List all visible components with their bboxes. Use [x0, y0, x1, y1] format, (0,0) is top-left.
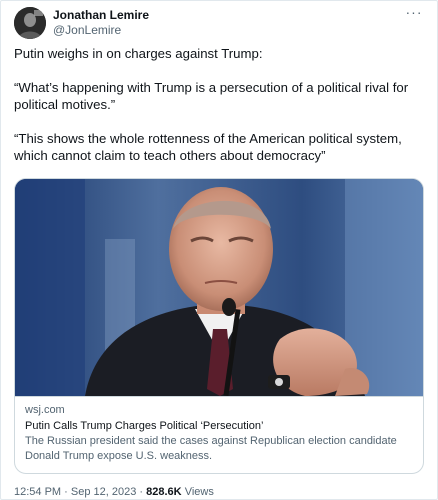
link-preview-text[interactable]: wsj.com Putin Calls Trump Charges Politi… [15, 396, 423, 473]
author-names: Jonathan Lemire @JonLemire [53, 8, 149, 38]
tweet-container[interactable]: Jonathan Lemire @JonLemire ··· Putin wei… [0, 0, 438, 500]
views-label: Views [184, 486, 214, 498]
tweet-paragraph-1: Putin weighs in on charges against Trump… [14, 46, 263, 61]
avatar-photo-icon [14, 7, 46, 39]
card-description: The Russian president said the cases aga… [25, 435, 397, 462]
card-title: Putin Calls Trump Charges Political ‘Per… [25, 420, 264, 432]
link-preview-card[interactable]: wsj.com Putin Calls Trump Charges Politi… [14, 178, 424, 474]
putin-photo-icon [15, 179, 423, 396]
tweet-paragraph-3: “This shows the whole rottenness of the … [14, 131, 402, 163]
meta-separator: · [139, 486, 144, 498]
views-count: 828.6K [146, 486, 182, 498]
tweet-paragraph-2: “What’s happening with Trump is a persec… [14, 80, 409, 112]
author-avatar[interactable] [14, 7, 46, 39]
tweet-time[interactable]: 12:54 PM [14, 486, 61, 498]
tweet-header: Jonathan Lemire @JonLemire ··· [14, 5, 427, 41]
author-handle[interactable]: @JonLemire [53, 23, 149, 38]
author-display-name[interactable]: Jonathan Lemire [53, 8, 149, 23]
link-preview-image[interactable] [15, 179, 423, 396]
tweet-meta: 12:54 PM · Sep 12, 2023 · 828.6K Views [14, 485, 214, 499]
card-domain: wsj.com [25, 404, 65, 416]
meta-separator: · [64, 486, 68, 498]
tweet-date[interactable]: Sep 12, 2023 [71, 486, 136, 498]
more-horizontal-icon[interactable]: ··· [403, 5, 425, 23]
